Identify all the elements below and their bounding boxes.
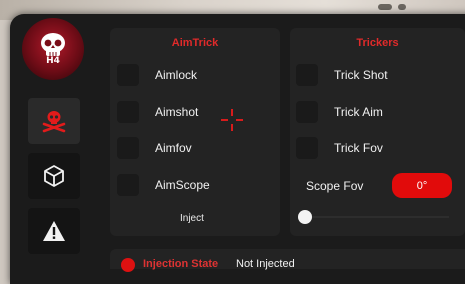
trick-shot-checkbox[interactable] xyxy=(296,64,318,86)
aimscope-label: AimScope xyxy=(155,178,210,192)
sidebar-item-aim[interactable] xyxy=(28,98,80,144)
trick-aim-label: Trick Aim xyxy=(334,105,383,119)
trick-fov-option[interactable]: Trick Fov xyxy=(296,137,383,159)
background-object xyxy=(398,4,406,10)
aimscope-checkbox[interactable] xyxy=(117,174,139,196)
logo-text: H4 xyxy=(46,56,60,66)
aimlock-checkbox[interactable] xyxy=(117,64,139,86)
aimtrick-title: AimTrick xyxy=(171,37,219,49)
skull-crossbones-icon xyxy=(42,111,66,133)
background-object xyxy=(378,4,392,10)
scope-fov-slider-track[interactable] xyxy=(299,216,449,218)
warning-icon xyxy=(43,221,65,241)
trick-shot-label: Trick Shot xyxy=(334,68,388,82)
scope-fov-value-button[interactable]: 0° xyxy=(392,173,452,198)
inject-button[interactable]: Inject xyxy=(180,213,204,224)
trickers-card: Trickers xyxy=(290,28,465,236)
crosshair-icon xyxy=(221,109,243,131)
aimshot-option[interactable]: Aimshot xyxy=(117,101,198,123)
aimfov-option[interactable]: Aimfov xyxy=(117,137,192,159)
trick-aim-checkbox[interactable] xyxy=(296,101,318,123)
trick-shot-option[interactable]: Trick Shot xyxy=(296,64,388,86)
status-error-icon xyxy=(121,258,135,272)
aimtrick-card: AimTrick xyxy=(110,28,280,236)
aimlock-option[interactable]: Aimlock xyxy=(117,64,197,86)
scope-fov-slider-handle[interactable] xyxy=(298,210,312,224)
skull-logo-icon xyxy=(41,33,65,56)
sidebar-item-warning[interactable] xyxy=(28,208,80,254)
trick-aim-option[interactable]: Trick Aim xyxy=(296,101,383,123)
aimshot-checkbox[interactable] xyxy=(117,101,139,123)
injection-state-value: Not Injected xyxy=(236,258,295,270)
trick-fov-label: Trick Fov xyxy=(334,141,383,155)
aimscope-option[interactable]: AimScope xyxy=(117,174,210,196)
trick-fov-checkbox[interactable] xyxy=(296,137,318,159)
scope-fov-label: Scope Fov xyxy=(306,179,364,193)
scope-fov-row: Scope Fov xyxy=(306,179,363,193)
app-logo: H4 xyxy=(22,18,84,80)
sidebar-item-cube[interactable] xyxy=(28,153,80,199)
aimshot-label: Aimshot xyxy=(155,105,199,119)
aimfov-checkbox[interactable] xyxy=(117,137,139,159)
aimlock-label: Aimlock xyxy=(155,68,198,82)
cube-icon xyxy=(44,165,64,187)
aimfov-label: Aimfov xyxy=(155,141,192,155)
trickers-title: Trickers xyxy=(356,37,399,49)
injection-state-label: Injection State xyxy=(143,258,219,270)
